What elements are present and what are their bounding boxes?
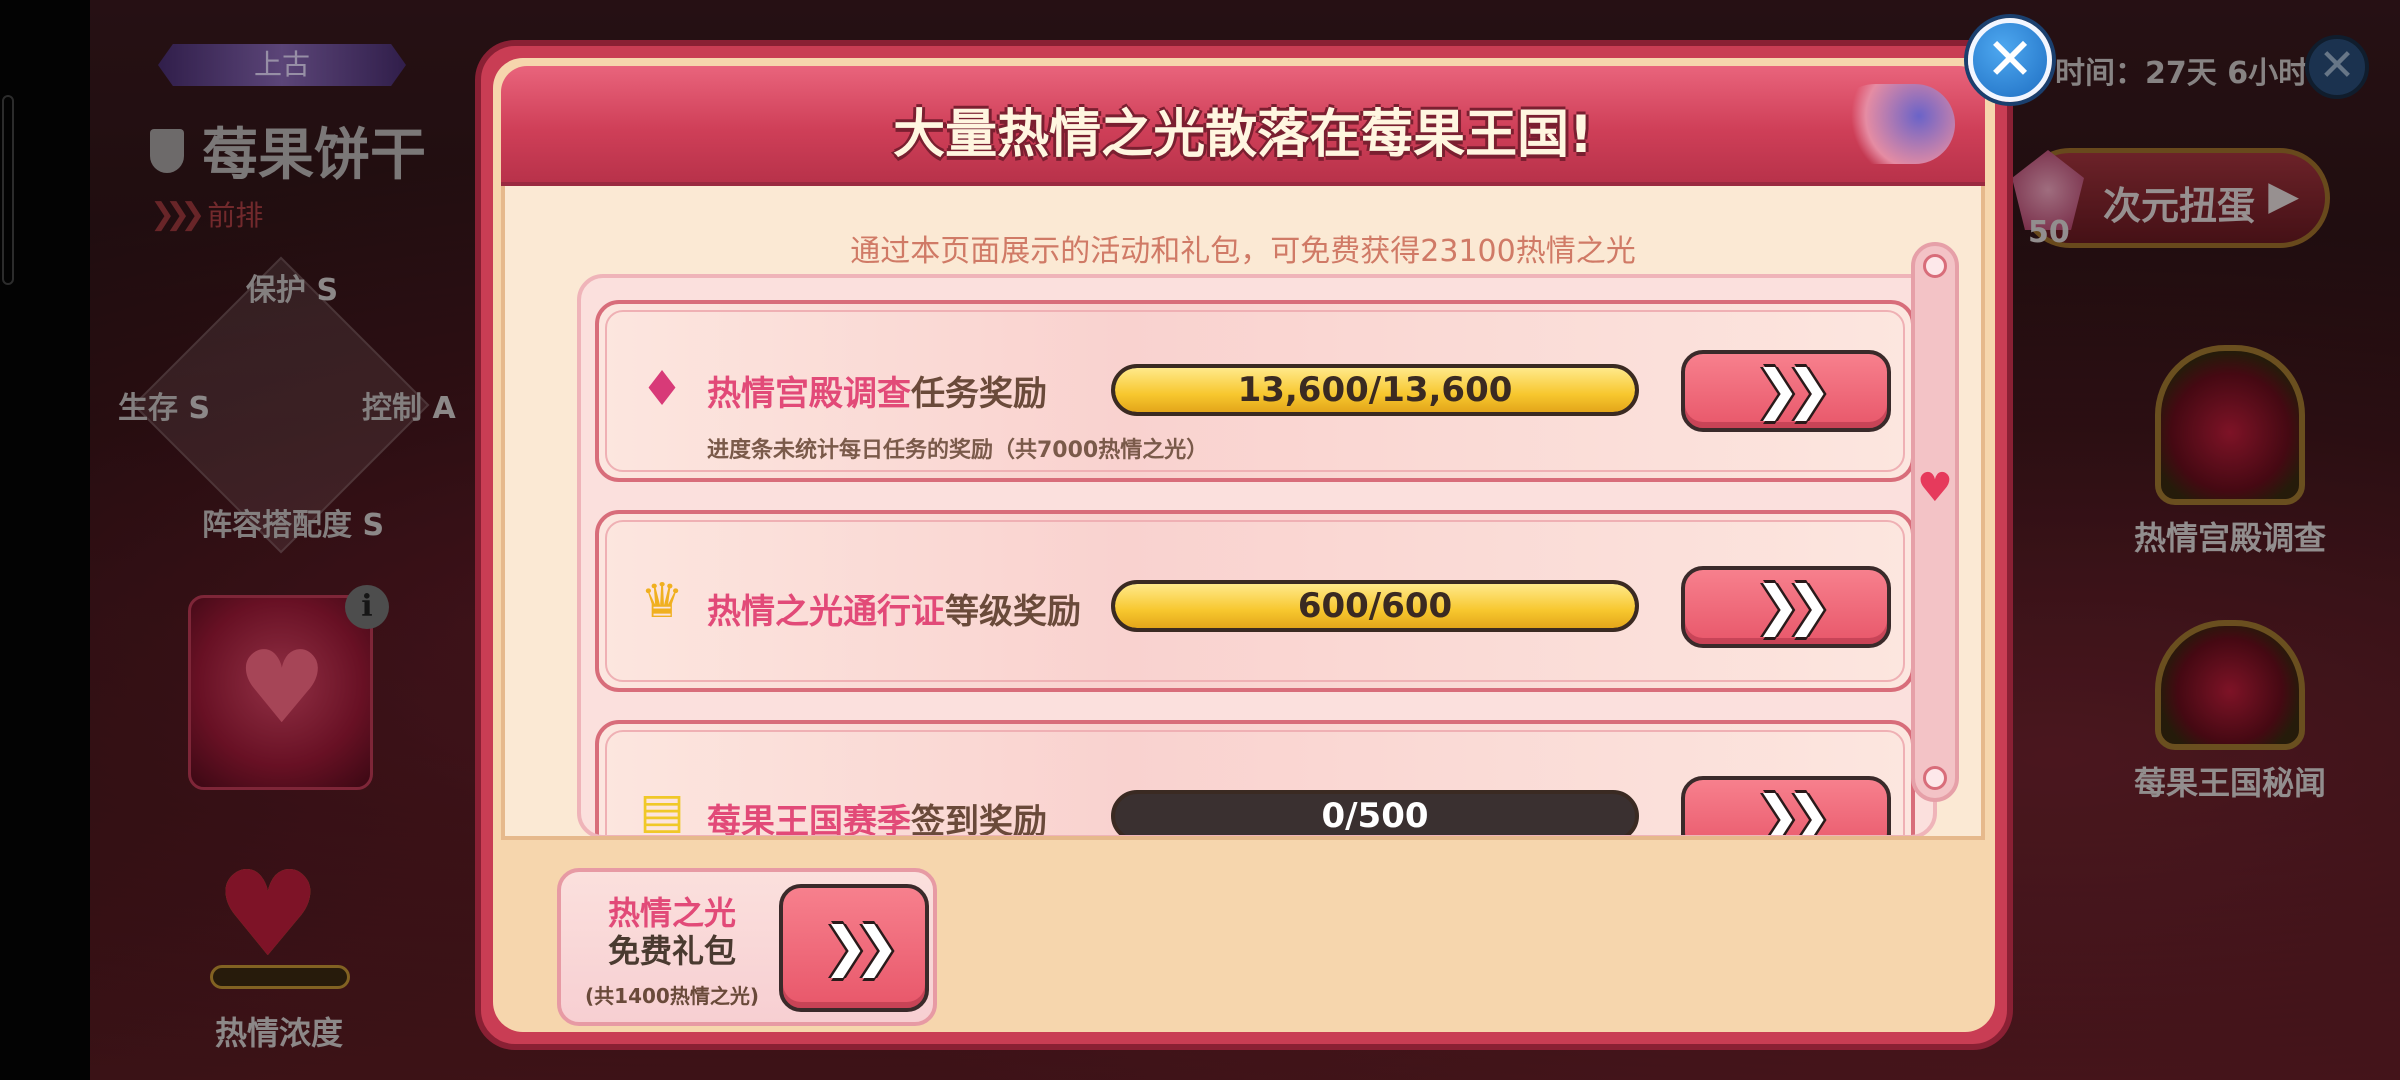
- gift-go-button[interactable]: ❯❯: [779, 884, 929, 1012]
- double-chevron-icon: ❯❯: [1754, 784, 1832, 839]
- task-progress-bar: 0/500: [1111, 790, 1639, 836]
- scroll-cap-top: [1923, 254, 1947, 278]
- task-list[interactable]: ♦ 热情宫殿调查任务奖励 进度条未统计每日任务的奖励（共7000热情之光） 13…: [577, 274, 1937, 839]
- gift-line2: 免费礼包: [607, 932, 736, 970]
- progress-text: 600/600: [1297, 586, 1453, 626]
- task-progress-bar: 600/600: [1111, 580, 1639, 632]
- popup-title: 大量热情之光散落在莓果王国!: [893, 105, 1593, 165]
- scroll-thumb-heart-icon[interactable]: ♥: [1917, 468, 1953, 508]
- lantern-icon: ♦: [640, 361, 684, 417]
- task-label: 热情之光通行证等级奖励: [707, 592, 1081, 632]
- free-gift-card[interactable]: 热情之光 免费礼包 (共1400热情之光) ❯❯: [557, 868, 937, 1026]
- scroll-cap-bottom: [1923, 766, 1947, 790]
- task-row: ▤ 莓果王国赛季签到奖励 0/500 ❯❯: [595, 720, 1915, 839]
- task-row: ♛ 热情之光通行证等级奖励 600/600 ❯❯: [595, 510, 1915, 692]
- event-popup: 大量热情之光散落在莓果王国! 通过本页面展示的活动和礼包，可免费获得23100热…: [475, 40, 2013, 1050]
- title-banner: 大量热情之光散落在莓果王国!: [501, 66, 1985, 186]
- task-progress-bar: 13,600/13,600: [1111, 364, 1639, 416]
- progress-text: 13,600/13,600: [1237, 370, 1513, 410]
- crown-icon: ♛: [640, 573, 684, 629]
- scrollbar[interactable]: ♥: [1911, 242, 1959, 802]
- task-note: 进度条未统计每日任务的奖励（共7000热情之光）: [707, 438, 1209, 463]
- close-icon[interactable]: ✕: [1968, 18, 2052, 102]
- content-area: 通过本页面展示的活动和礼包，可免费获得23100热情之光 ♦ 热情宫殿调查任务奖…: [501, 186, 1985, 839]
- go-button[interactable]: ❯❯: [1681, 350, 1891, 432]
- double-chevron-icon: ❯❯: [822, 915, 900, 978]
- popup-footer: 热情之光 免费礼包 (共1400热情之光) ❯❯: [501, 836, 1985, 1026]
- popup-subtitle: 通过本页面展示的活动和礼包，可免费获得23100热情之光: [850, 234, 1636, 269]
- go-button[interactable]: ❯❯: [1681, 566, 1891, 648]
- go-button[interactable]: ❯❯: [1681, 776, 1891, 839]
- calendar-icon: ▤: [639, 783, 685, 839]
- double-chevron-icon: ❯❯: [1754, 574, 1832, 637]
- progress-text: 0/500: [1321, 796, 1429, 836]
- double-chevron-icon: ❯❯: [1754, 358, 1832, 421]
- task-label: 热情宫殿调查任务奖励: [707, 374, 1047, 414]
- gift-line3: (共1400热情之光): [585, 984, 759, 1008]
- task-label: 莓果王国赛季签到奖励: [707, 802, 1047, 839]
- task-row: ♦ 热情宫殿调查任务奖励 进度条未统计每日任务的奖励（共7000热情之光） 13…: [595, 300, 1915, 482]
